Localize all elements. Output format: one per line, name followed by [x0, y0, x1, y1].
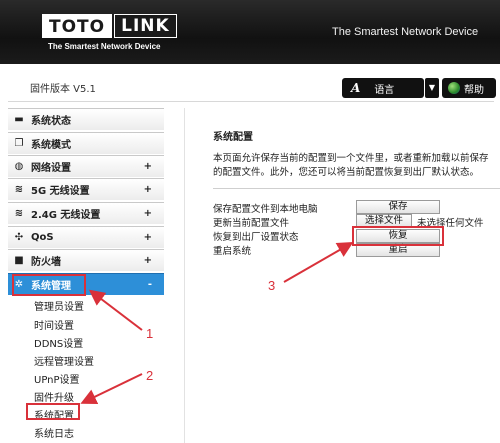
arrow-1 [88, 289, 143, 331]
arrow-3 [283, 242, 354, 283]
arrow-2 [80, 373, 143, 404]
annotation-number-3: 3 [268, 278, 276, 293]
annotation-arrows [80, 242, 354, 404]
annotation-number-2: 2 [146, 368, 154, 383]
annotation-number-1: 1 [146, 326, 154, 341]
